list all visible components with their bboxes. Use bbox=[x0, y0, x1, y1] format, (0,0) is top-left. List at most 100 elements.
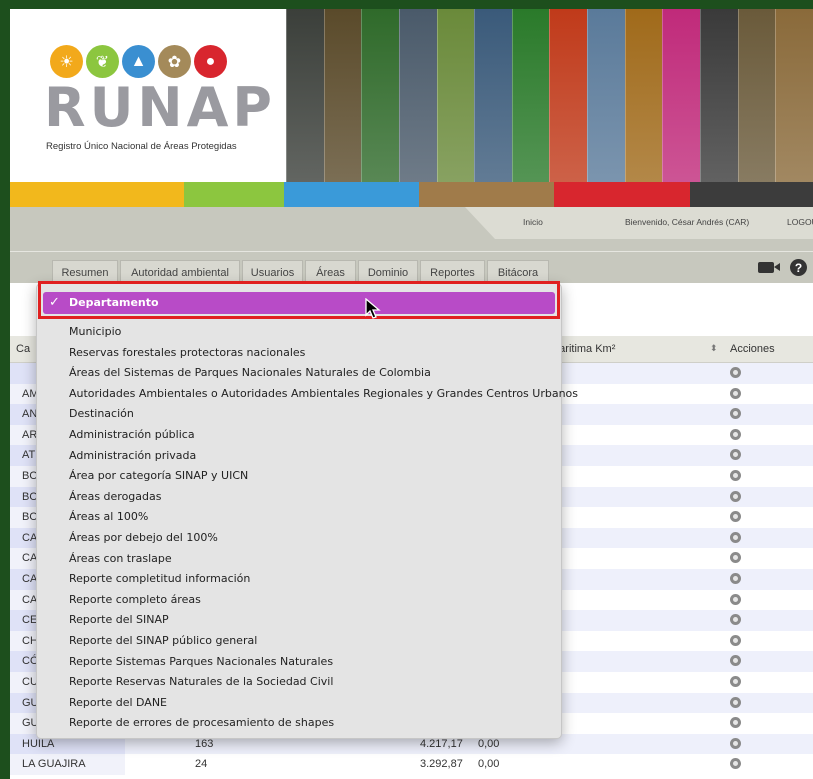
dropdown-option[interactable]: Áreas derogadas bbox=[69, 490, 161, 503]
dropdown-option[interactable]: Reporte del DANE bbox=[69, 696, 167, 709]
view-action-icon[interactable] bbox=[730, 449, 741, 461]
view-action-icon[interactable] bbox=[730, 428, 741, 440]
plant-icon: ✿ bbox=[158, 45, 191, 78]
view-action-icon[interactable] bbox=[730, 696, 741, 708]
dropdown-option[interactable]: Reporte completitud información bbox=[69, 572, 250, 585]
row-maritime: 0,00 bbox=[478, 737, 500, 750]
row-name: AN bbox=[22, 408, 38, 421]
view-action-icon[interactable] bbox=[730, 634, 741, 646]
bear-icon: ● bbox=[194, 45, 227, 78]
row-count: 163 bbox=[195, 737, 214, 750]
color-bar bbox=[10, 182, 813, 207]
header-photo bbox=[398, 9, 437, 182]
top-nav-bar: Inicio Bienvenido, César Andrés (CAR) LO… bbox=[10, 207, 813, 239]
col-header-category[interactable]: Ca bbox=[16, 343, 30, 355]
row-area: 3.292,87 bbox=[420, 758, 463, 771]
header-photo bbox=[775, 9, 813, 182]
dropdown-option[interactable]: Reporte del SINAP público general bbox=[69, 634, 257, 647]
view-action-icon[interactable] bbox=[730, 531, 741, 543]
dropdown-option[interactable]: Reporte de errores de procesamiento de s… bbox=[69, 716, 334, 729]
row-area: 4.217,17 bbox=[420, 737, 463, 750]
col-header-acciones: Acciones bbox=[730, 343, 775, 355]
dropdown-option[interactable]: Áreas por debejo del 100% bbox=[69, 531, 218, 544]
view-action-icon[interactable] bbox=[730, 490, 741, 502]
video-camera-icon[interactable] bbox=[758, 262, 780, 273]
sun-palm-icon: ☀ bbox=[50, 45, 83, 78]
header-photo bbox=[700, 9, 738, 182]
header-photo bbox=[624, 9, 663, 182]
tab-bar: Resumen Autoridad ambiental Usuarios Áre… bbox=[10, 251, 813, 285]
dropdown-option[interactable]: Municipio bbox=[69, 325, 121, 338]
logo-icon-row: ☀ ❦ ▲ ✿ ● bbox=[50, 45, 227, 78]
header-photo bbox=[587, 9, 625, 182]
view-action-icon[interactable] bbox=[730, 511, 741, 523]
color-bar-segment bbox=[284, 182, 419, 207]
dropdown-option[interactable]: Autoridades Ambientales o Autoridades Am… bbox=[69, 387, 578, 400]
color-bar-segment bbox=[10, 182, 184, 207]
view-action-icon[interactable] bbox=[730, 614, 741, 626]
runap-logo[interactable]: ☀ ❦ ▲ ✿ ● RUNAP Registro Único Nacional de Á… bbox=[10, 9, 286, 182]
header-photo-banner bbox=[286, 9, 813, 182]
dropdown-option[interactable]: Área por categoría SINAP y UICN bbox=[69, 469, 248, 482]
welcome-text: Bienvenido, César Andrés (CAR) bbox=[625, 217, 750, 227]
header-photo bbox=[474, 9, 512, 182]
row-count: 24 bbox=[195, 758, 208, 771]
row-name: CE bbox=[22, 614, 38, 627]
row-name: CA bbox=[22, 531, 38, 544]
dropdown-option[interactable]: Reporte del SINAP bbox=[69, 613, 169, 626]
sort-icon[interactable]: ⬍ bbox=[710, 343, 718, 354]
color-bar-segment bbox=[184, 182, 284, 207]
view-action-icon[interactable] bbox=[730, 367, 741, 378]
view-action-icon[interactable] bbox=[730, 655, 741, 667]
view-action-icon[interactable] bbox=[730, 593, 741, 605]
dropdown-option[interactable]: Reporte completo áreas bbox=[69, 593, 201, 606]
view-action-icon[interactable] bbox=[730, 470, 741, 481]
color-bar-segment bbox=[554, 182, 690, 207]
row-name: LA GUAJIRA bbox=[22, 758, 86, 771]
dropdown-option[interactable]: Reservas forestales protectoras nacional… bbox=[69, 346, 305, 359]
view-action-icon[interactable] bbox=[730, 737, 741, 749]
dropdown-option[interactable]: Áreas al 100% bbox=[69, 510, 148, 523]
mouse-cursor-icon bbox=[365, 298, 381, 319]
logout-link[interactable]: LOGOU bbox=[787, 217, 813, 227]
dropdown-option[interactable]: Administración privada bbox=[69, 449, 196, 462]
leaf-icon: ❦ bbox=[86, 45, 119, 78]
row-name: CA bbox=[22, 552, 38, 565]
dropdown-option[interactable]: Reporte Reservas Naturales de la Socieda… bbox=[69, 675, 333, 688]
view-action-icon[interactable] bbox=[730, 758, 741, 770]
row-name: CA bbox=[22, 573, 38, 585]
header-photo bbox=[323, 9, 362, 182]
view-action-icon[interactable] bbox=[730, 387, 741, 399]
view-action-icon[interactable] bbox=[730, 676, 741, 687]
logo-title: RUNAP bbox=[44, 76, 276, 139]
dropdown-option[interactable]: Destinación bbox=[69, 407, 134, 420]
header-photo bbox=[511, 9, 550, 182]
report-type-dropdown[interactable]: ✓ Departamento Municipio Reservas foresta… bbox=[36, 283, 578, 739]
header-photo bbox=[361, 9, 399, 182]
browser-page: ☀ ❦ ▲ ✿ ● RUNAP Registro Único Nacional de Á… bbox=[10, 9, 813, 779]
row-name: HUILA bbox=[22, 737, 55, 750]
dropdown-option[interactable]: Reporte Sistemas Parques Nacionales Natu… bbox=[69, 655, 333, 668]
header-photo bbox=[662, 9, 701, 182]
header-photo bbox=[436, 9, 475, 182]
highlight-box bbox=[38, 281, 560, 319]
header-photo bbox=[286, 9, 324, 182]
color-bar-segment bbox=[419, 182, 554, 207]
separator-band bbox=[10, 239, 813, 251]
table-row: LA GUAJIRA 24 3.292,87 0,00 bbox=[10, 754, 813, 775]
row-name: CA bbox=[22, 593, 38, 606]
view-action-icon[interactable] bbox=[730, 573, 741, 584]
help-icon[interactable]: ? bbox=[790, 259, 807, 276]
header-photo bbox=[737, 9, 776, 182]
dropdown-option[interactable]: Áreas del Sistemas de Parques Nacionales… bbox=[69, 366, 431, 379]
logo-subtitle: Registro Único Nacional de Áreas Protegi… bbox=[46, 141, 237, 152]
nav-inicio-link[interactable]: Inicio bbox=[523, 217, 543, 227]
view-action-icon[interactable] bbox=[730, 717, 741, 729]
dropdown-option[interactable]: Administración pública bbox=[69, 428, 195, 441]
header-photo bbox=[549, 9, 588, 182]
mountain-icon: ▲ bbox=[122, 45, 155, 78]
dropdown-option[interactable]: Áreas con traslape bbox=[69, 552, 172, 565]
toolbar-icons: ? bbox=[758, 259, 807, 276]
view-action-icon[interactable] bbox=[730, 552, 741, 564]
view-action-icon[interactable] bbox=[730, 408, 741, 420]
